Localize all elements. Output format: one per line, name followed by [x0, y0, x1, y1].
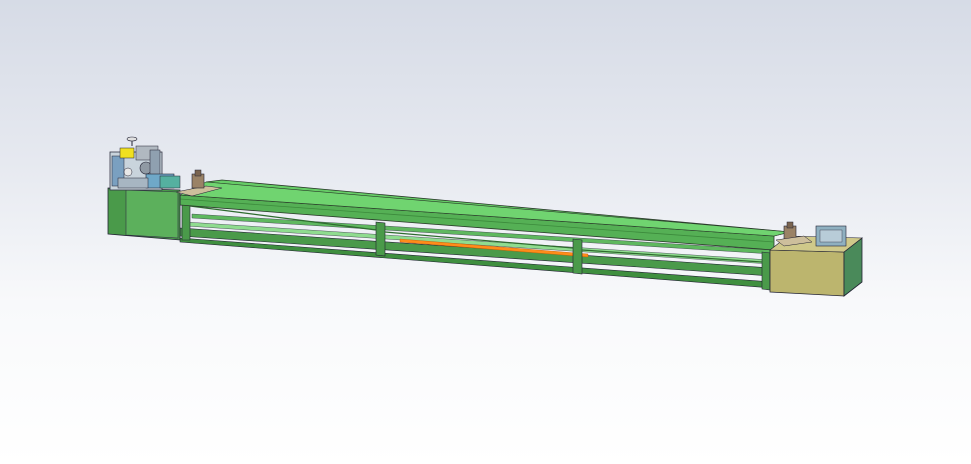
frame-leg-4	[761, 251, 771, 291]
yellow-label	[119, 147, 135, 159]
cad-viewport[interactable]	[0, 0, 971, 464]
handwheel-icon	[126, 136, 138, 142]
right-end-cabinet-front	[769, 249, 845, 297]
frame-leg-2	[375, 221, 386, 257]
frame-leg-3	[572, 238, 583, 275]
conveyor-machine-model	[107, 136, 863, 297]
right-end-unit	[769, 221, 863, 297]
left-base-panel	[125, 189, 179, 239]
left-machine-unit	[107, 136, 181, 241]
